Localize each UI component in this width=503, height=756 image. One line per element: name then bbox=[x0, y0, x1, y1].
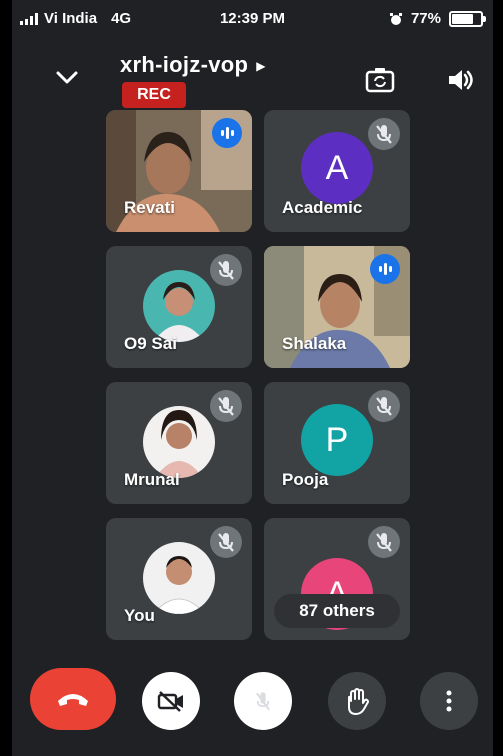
avatar bbox=[143, 406, 215, 478]
participant-tile-mrunal[interactable]: Mrunal bbox=[106, 382, 252, 504]
status-bar: Vi India 4G 12:39 PM 77% bbox=[12, 0, 493, 38]
participant-name: Revati bbox=[124, 198, 176, 217]
battery-icon bbox=[449, 10, 486, 27]
avatar: A bbox=[301, 132, 373, 204]
participant-name: Pooja bbox=[282, 470, 329, 489]
participant-name: Academic bbox=[282, 198, 363, 217]
meeting-info-arrow-icon: ▶ bbox=[256, 59, 266, 74]
participant-name: Shalaka bbox=[282, 334, 347, 353]
speaking-indicator-icon bbox=[212, 118, 242, 148]
more-options-button[interactable] bbox=[420, 672, 478, 730]
mic-off-icon bbox=[210, 526, 242, 558]
participant-tile-academic[interactable]: A Academic bbox=[264, 110, 410, 232]
end-call-button[interactable] bbox=[30, 668, 116, 730]
participant-tile-you[interactable]: You bbox=[106, 518, 252, 640]
avatar: P bbox=[301, 404, 373, 476]
speaker-icon[interactable] bbox=[444, 66, 476, 94]
mic-off-icon bbox=[368, 118, 400, 150]
switch-camera-icon[interactable] bbox=[364, 66, 396, 94]
collapse-chevron-icon[interactable] bbox=[52, 66, 82, 88]
participant-tile-revati[interactable]: Revati bbox=[106, 110, 252, 232]
raise-hand-icon bbox=[348, 688, 369, 715]
participant-tile-shalaka[interactable]: Shalaka bbox=[264, 246, 410, 368]
participant-name: You bbox=[124, 606, 155, 625]
meeting-code[interactable]: xrh-iojz-vop ▶ bbox=[120, 52, 266, 78]
more-vert-icon bbox=[446, 690, 452, 712]
mic-off-icon bbox=[368, 526, 400, 558]
meeting-code-text: xrh-iojz-vop bbox=[120, 52, 249, 77]
avatar bbox=[143, 542, 215, 614]
participant-name: O9 Sai bbox=[124, 334, 177, 353]
participant-tile-others[interactable]: A 87 others bbox=[264, 518, 410, 640]
camera-off-icon bbox=[157, 691, 183, 712]
mic-off-icon bbox=[256, 692, 270, 711]
others-count-badge[interactable]: 87 others bbox=[274, 594, 400, 628]
participant-tile-o9-sai[interactable]: O9 Sai bbox=[106, 246, 252, 368]
avatar bbox=[143, 270, 215, 342]
mic-toggle-button[interactable] bbox=[234, 672, 292, 730]
mic-off-icon bbox=[210, 390, 242, 422]
participant-tile-pooja[interactable]: P Pooja bbox=[264, 382, 410, 504]
mic-off-icon bbox=[368, 390, 400, 422]
alarm-icon bbox=[389, 12, 402, 25]
end-call-icon bbox=[58, 694, 88, 706]
meet-screen: Vi India 4G 12:39 PM 77% xrh-iojz-vop ▶ R… bbox=[12, 0, 493, 756]
mic-off-icon bbox=[210, 254, 242, 286]
speaking-indicator-icon bbox=[370, 254, 400, 284]
battery-percent: 77% bbox=[410, 10, 441, 27]
raise-hand-button[interactable] bbox=[328, 672, 386, 730]
recording-badge: REC bbox=[122, 82, 186, 108]
camera-toggle-button[interactable] bbox=[142, 672, 200, 730]
participant-name: Mrunal bbox=[124, 470, 180, 489]
